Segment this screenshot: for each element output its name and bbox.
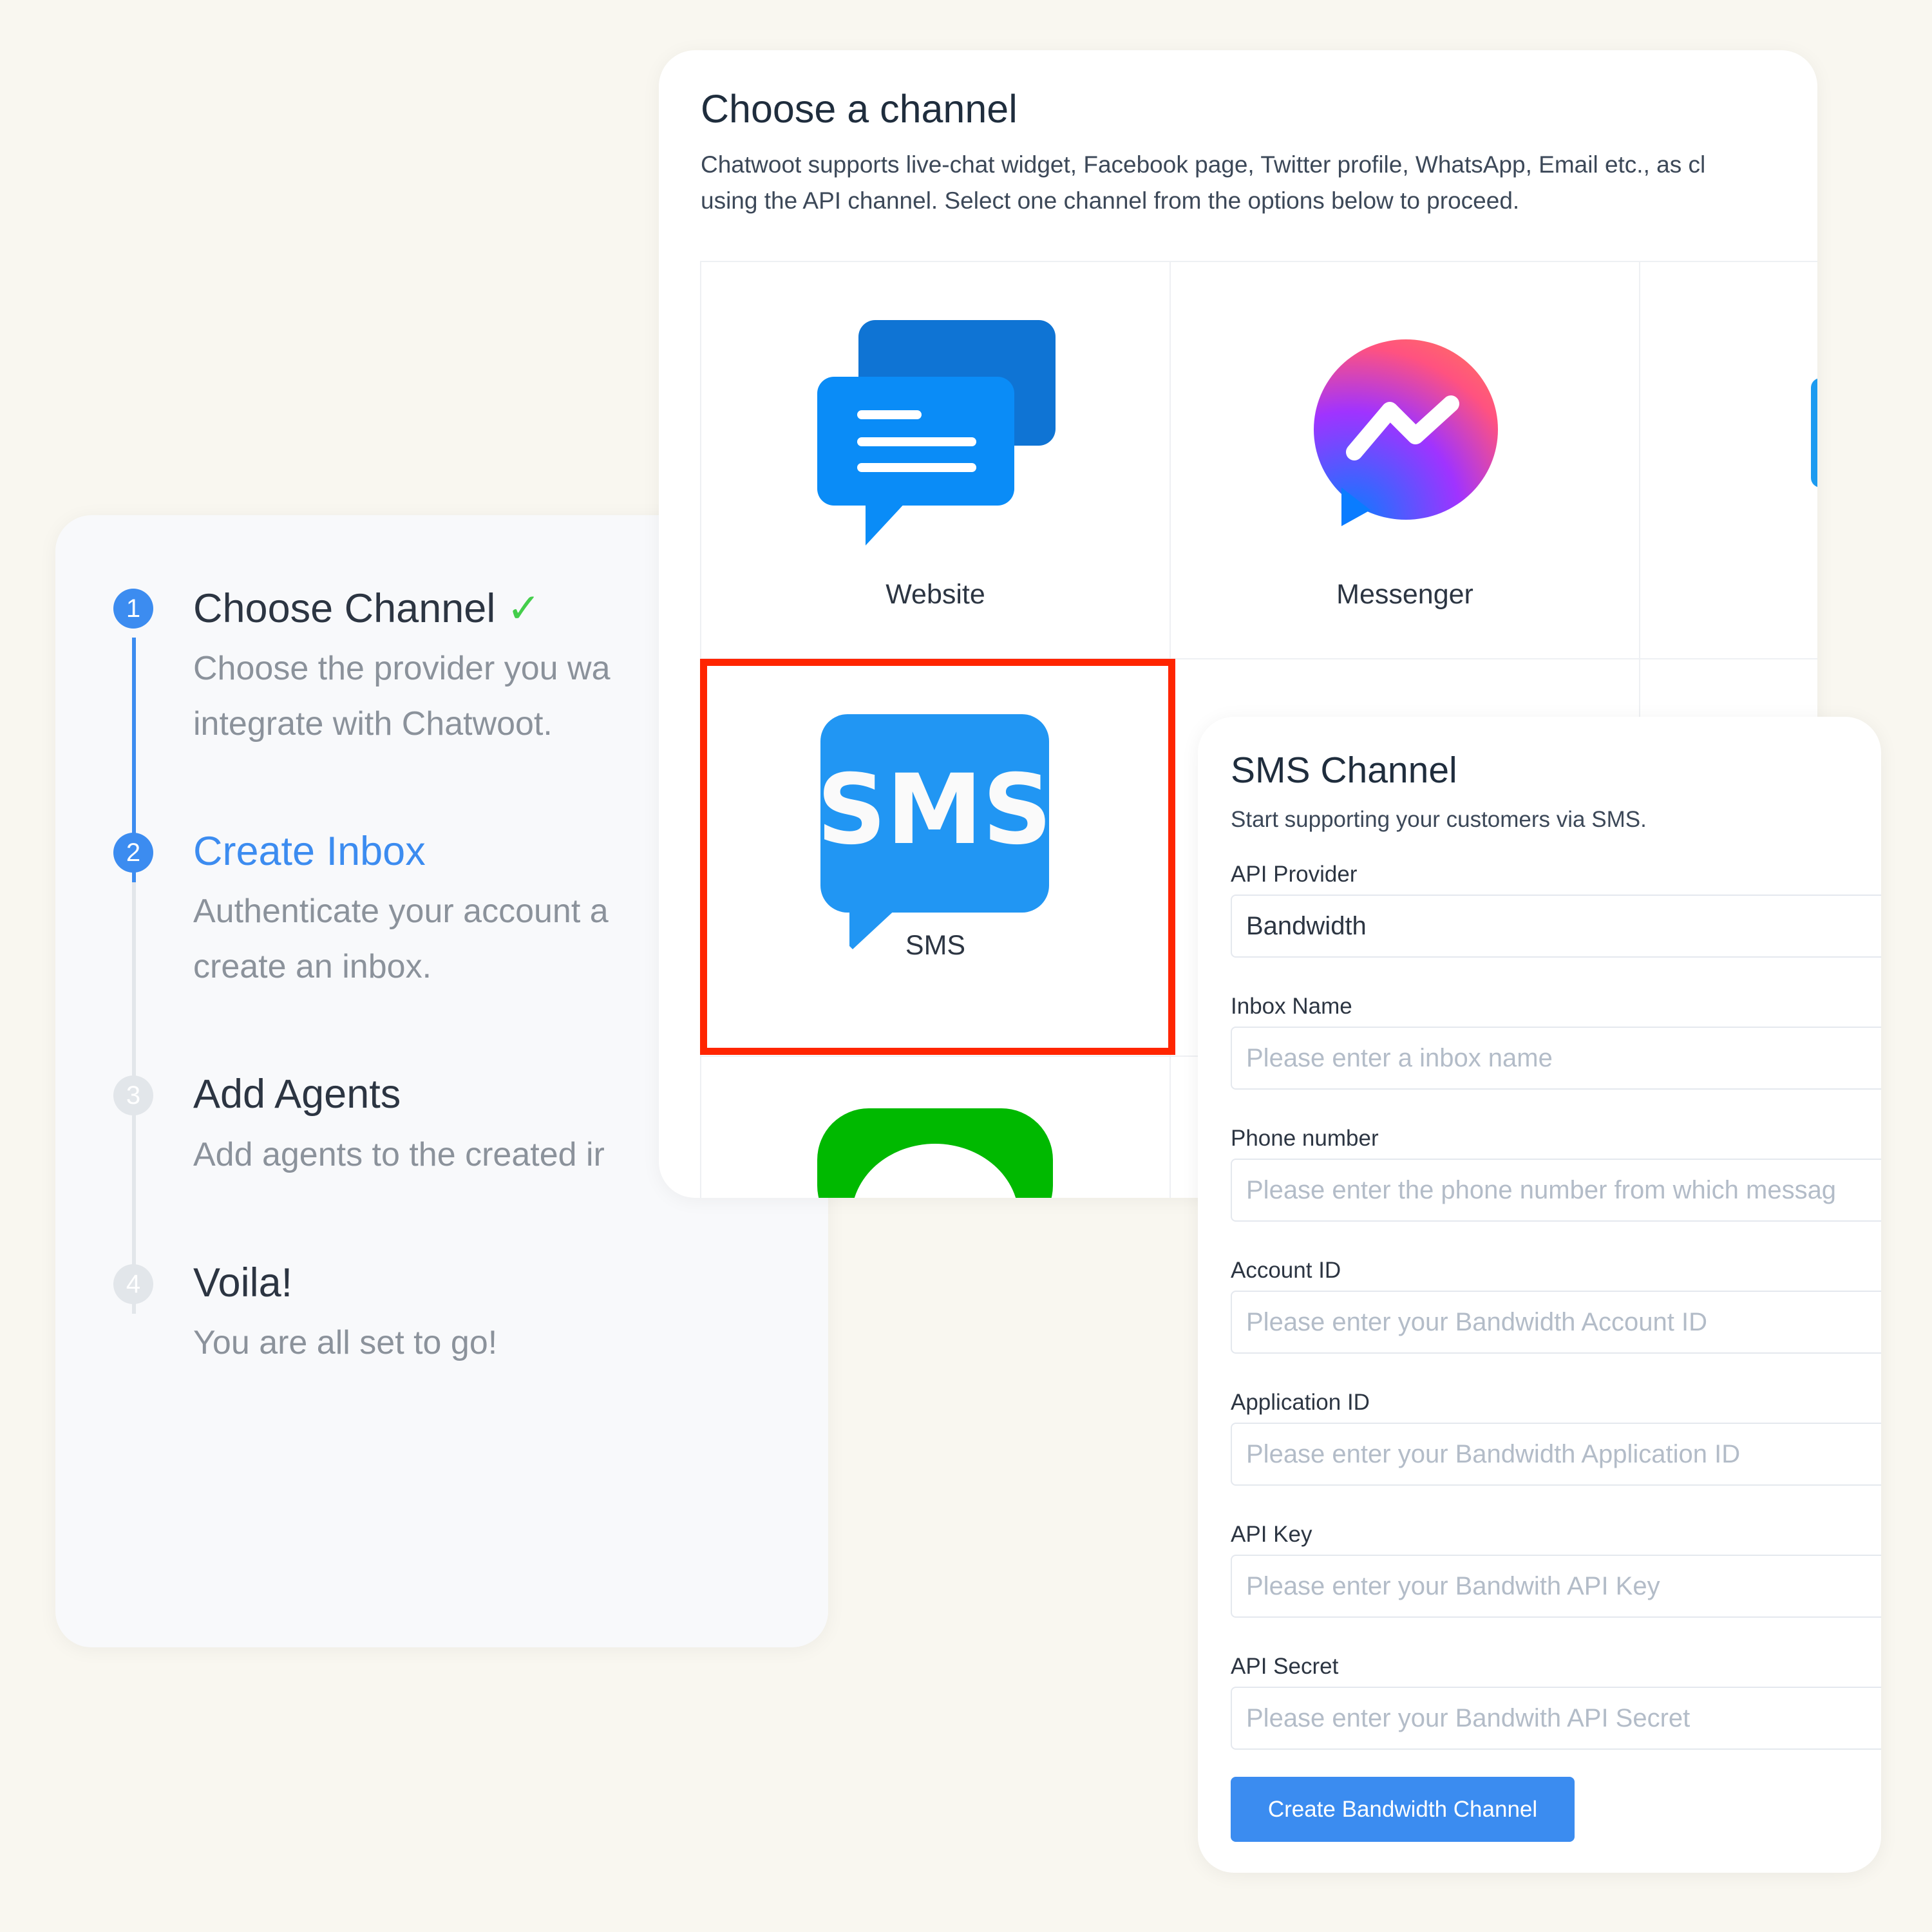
selected-channel-highlight (700, 659, 1175, 1055)
account-id-placeholder: Please enter your Bandwidth Account ID (1246, 1308, 1707, 1336)
step-number-3: 3 (113, 1075, 153, 1115)
channel-twitter[interactable] (1639, 261, 1817, 659)
step-title-label: Choose Channel (193, 586, 496, 631)
phone-number-placeholder: Please enter the phone number from which… (1246, 1176, 1837, 1204)
channel-description: Chatwoot supports live-chat widget, Face… (701, 147, 1705, 219)
inbox-name-input[interactable]: Please enter a inbox name (1231, 1027, 1881, 1090)
channel-label: Messenger (1336, 579, 1473, 610)
channel-line[interactable] (700, 1056, 1171, 1198)
line-icon (817, 1108, 1053, 1198)
step-title-voila[interactable]: Voila! (193, 1260, 292, 1306)
step-title-create-inbox[interactable]: Create Inbox (193, 828, 426, 875)
channel-messenger[interactable]: Messenger (1170, 261, 1640, 659)
check-icon: ✓ (506, 586, 541, 631)
step-desc-line: You are all set to go! (193, 1324, 498, 1361)
website-chat-icon (817, 320, 1056, 545)
api-key-placeholder: Please enter your Bandwith API Key (1246, 1572, 1660, 1600)
api-key-label: API Key (1231, 1522, 1312, 1547)
channel-label: Website (886, 579, 985, 610)
desc-line: Chatwoot supports live-chat widget, Face… (701, 151, 1706, 178)
api-secret-input[interactable]: Please enter your Bandwith API Secret (1231, 1687, 1881, 1750)
create-bandwidth-channel-button[interactable]: Create Bandwidth Channel (1231, 1777, 1575, 1842)
application-id-label: Application ID (1231, 1390, 1370, 1415)
api-provider-label: API Provider (1231, 862, 1358, 887)
form-title: SMS Channel (1231, 750, 1457, 791)
twitter-icon (1811, 378, 1817, 488)
step-title-add-agents[interactable]: Add Agents (193, 1071, 401, 1117)
step-number-4: 4 (113, 1264, 153, 1304)
channel-website[interactable]: Website (700, 261, 1171, 659)
api-provider-value: Bandwidth (1246, 912, 1367, 940)
form-subtitle: Start supporting your customers via SMS. (1231, 807, 1647, 832)
step-number-2: 2 (113, 833, 153, 873)
page-title: Choose a channel (701, 87, 1018, 131)
api-provider-select[interactable]: Bandwidth (1231, 895, 1881, 958)
phone-number-label: Phone number (1231, 1126, 1379, 1151)
step-number-1: 1 (113, 589, 153, 629)
step-title-choose-channel[interactable]: Choose Channel ✓ (193, 585, 541, 632)
inbox-name-label: Inbox Name (1231, 994, 1352, 1019)
account-id-label: Account ID (1231, 1258, 1341, 1283)
desc-line: using the API channel. Select one channe… (701, 187, 1520, 214)
inbox-name-placeholder: Please enter a inbox name (1246, 1044, 1553, 1072)
account-id-input[interactable]: Please enter your Bandwidth Account ID (1231, 1291, 1881, 1354)
step-desc: You are all set to go! (193, 1315, 773, 1370)
phone-number-input[interactable]: Please enter the phone number from which… (1231, 1159, 1881, 1222)
application-id-placeholder: Please enter your Bandwidth Application … (1246, 1440, 1741, 1468)
api-secret-placeholder: Please enter your Bandwith API Secret (1246, 1704, 1690, 1732)
application-id-input[interactable]: Please enter your Bandwidth Application … (1231, 1423, 1881, 1486)
messenger-icon (1314, 339, 1498, 526)
api-key-input[interactable]: Please enter your Bandwith API Key (1231, 1555, 1881, 1618)
api-secret-label: API Secret (1231, 1654, 1339, 1679)
sms-channel-form: SMS Channel Start supporting your custom… (1198, 717, 1881, 1873)
